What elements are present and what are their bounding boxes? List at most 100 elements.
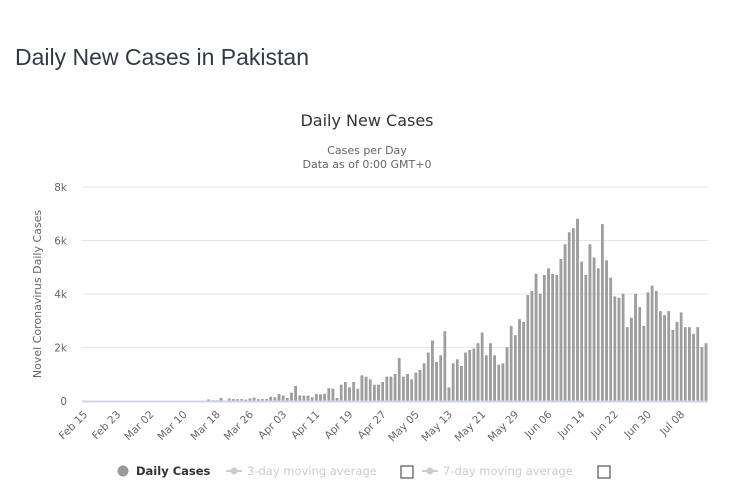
- bar: [530, 291, 534, 402]
- x-tick-label: May 21: [453, 409, 489, 445]
- chart-title: Daily New Cases: [300, 111, 433, 130]
- legend-item-7day-average[interactable]: 7-day moving average: [422, 464, 573, 478]
- checkbox-7day-average[interactable]: [597, 465, 611, 479]
- bar: [426, 352, 430, 402]
- bar: [572, 228, 575, 402]
- bar: [683, 327, 687, 402]
- bar: [451, 363, 455, 402]
- bar: [306, 395, 310, 402]
- bar: [526, 295, 530, 402]
- bar: [493, 355, 496, 402]
- bar: [555, 275, 559, 402]
- bar: [667, 311, 671, 402]
- bar: [368, 379, 372, 402]
- x-tick-label: Jun 14: [555, 408, 588, 441]
- bar: [692, 333, 695, 402]
- bar: [414, 372, 418, 402]
- bar: [563, 244, 567, 402]
- bar: [654, 291, 658, 402]
- bar: [418, 370, 422, 402]
- bar: [290, 392, 293, 402]
- bar: [605, 260, 608, 402]
- bar: [402, 376, 405, 402]
- legend: Daily Cases 3-day moving average 7-day m…: [117, 464, 611, 479]
- bar: [435, 362, 438, 402]
- bar: [696, 327, 700, 402]
- bar: [580, 261, 584, 402]
- bar: [385, 376, 389, 402]
- x-tick-label: May 05: [386, 409, 422, 445]
- legend-dot-icon: [426, 467, 434, 475]
- x-tick-label: Jun 30: [621, 409, 654, 442]
- bar: [551, 273, 554, 402]
- bar: [381, 382, 385, 402]
- legend-dot-icon: [230, 467, 238, 475]
- bar: [646, 292, 650, 402]
- chart-subtitle-line-2: Data as of 0:00 GMT+0: [303, 158, 432, 171]
- bar: [298, 395, 302, 402]
- bar: [547, 268, 550, 402]
- x-tick-label: May 13: [419, 409, 455, 445]
- bar: [389, 376, 393, 402]
- bar: [281, 395, 285, 402]
- bar: [352, 382, 355, 402]
- bar: [356, 388, 360, 402]
- bar: [497, 364, 501, 402]
- bar: [460, 366, 463, 402]
- bar: [601, 224, 604, 402]
- bar: [472, 348, 476, 402]
- bar: [439, 355, 443, 402]
- bar: [480, 332, 484, 402]
- bar: [447, 387, 451, 402]
- bar: [642, 325, 646, 402]
- checkbox-3day-average[interactable]: [400, 465, 414, 479]
- bar: [588, 244, 592, 402]
- bar: [522, 321, 525, 402]
- x-tick-label: Jul 08: [657, 409, 687, 439]
- legend-label-daily-cases: Daily Cases: [136, 464, 211, 478]
- bar: [625, 327, 629, 402]
- y-tick-label: 4k: [54, 289, 68, 301]
- bar: [613, 296, 617, 402]
- y-axis-title: Novel Coronavirus Daily Cases: [31, 210, 44, 378]
- bar: [331, 388, 335, 402]
- bar: [422, 363, 426, 402]
- bar: [634, 293, 637, 402]
- y-axis-ticks: 0 2k 4k 6k 8k: [54, 182, 68, 408]
- bar: [468, 349, 472, 402]
- bar: [596, 268, 600, 402]
- bar: [314, 394, 318, 402]
- bar: [638, 307, 642, 402]
- bar: [609, 277, 613, 402]
- bar: [294, 386, 297, 402]
- bar: [393, 374, 397, 402]
- bar: [700, 347, 704, 402]
- x-tick-label: Mar 02: [122, 409, 156, 443]
- x-tick-label: Jun 06: [522, 408, 555, 441]
- legend-item-3day-average[interactable]: 3-day moving average: [226, 464, 377, 478]
- bar: [704, 343, 708, 402]
- bar: [484, 355, 488, 402]
- bar: [584, 275, 588, 402]
- y-tick-label: 8k: [54, 182, 68, 194]
- bar: [310, 397, 314, 402]
- bar: [617, 297, 621, 402]
- legend-item-daily-cases[interactable]: Daily Cases: [117, 464, 211, 478]
- bar: [455, 359, 459, 402]
- bar: [663, 315, 666, 402]
- legend-label-3day-average: 3-day moving average: [247, 464, 377, 478]
- bar: [464, 352, 467, 402]
- bar: [348, 387, 351, 402]
- bar: [397, 358, 401, 402]
- bar: [543, 275, 546, 402]
- bar: [501, 363, 505, 402]
- x-tick-label: Mar 18: [189, 409, 223, 443]
- x-tick-label: May 29: [486, 409, 522, 445]
- y-tick-label: 6k: [54, 236, 68, 248]
- x-tick-label: Apr 11: [289, 409, 322, 442]
- bar: [344, 382, 347, 402]
- bar: [327, 388, 331, 402]
- bar: [688, 327, 691, 402]
- bar: [277, 394, 281, 402]
- x-tick-label: Apr 27: [356, 409, 389, 442]
